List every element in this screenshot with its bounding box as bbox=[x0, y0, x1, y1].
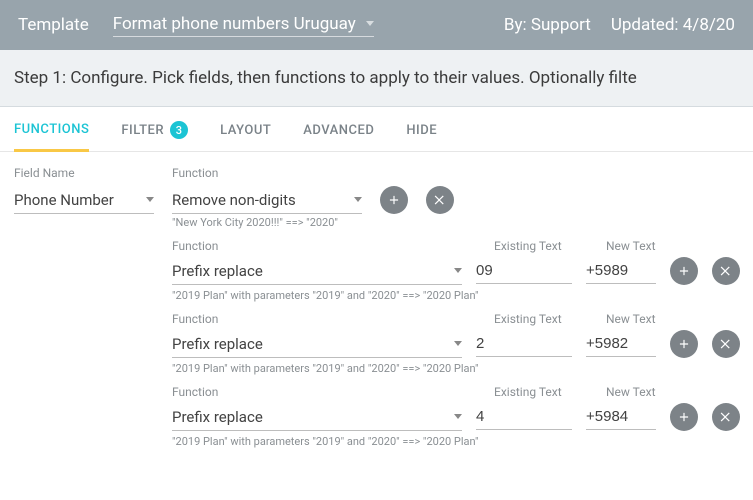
function-select-3-value: Prefix replace bbox=[172, 408, 263, 426]
chevron-down-icon bbox=[454, 268, 462, 273]
filter-badge: 3 bbox=[170, 121, 188, 139]
sub-labels-2: Function Existing Text New Text bbox=[172, 312, 739, 326]
function-select-2[interactable]: Prefix replace bbox=[172, 331, 462, 358]
new-text-label-2: New Text bbox=[606, 312, 676, 326]
topbar-meta: By: Support Updated: 4/8/20 bbox=[504, 15, 735, 35]
plus-icon bbox=[387, 193, 401, 207]
function-select-1-value: Prefix replace bbox=[172, 262, 263, 280]
content: Field Name Function Phone Number Remove … bbox=[0, 152, 753, 472]
sub-block-2: Function Existing Text New Text Prefix r… bbox=[172, 312, 739, 358]
template-select[interactable]: Format phone numbers Uruguay bbox=[113, 14, 374, 37]
tabs: FUNCTIONS FILTER 3 LAYOUT ADVANCED HIDE bbox=[0, 107, 753, 152]
by-label: By: Support bbox=[504, 15, 591, 35]
new-text-input-1[interactable] bbox=[586, 258, 656, 284]
sub-row-2: Prefix replace bbox=[172, 330, 739, 358]
tab-filter-label: FILTER bbox=[121, 123, 164, 138]
chevron-down-icon bbox=[366, 21, 374, 26]
close-icon bbox=[719, 337, 733, 351]
function-select-3[interactable]: Prefix replace bbox=[172, 404, 462, 431]
close-icon bbox=[433, 193, 447, 207]
chevron-down-icon bbox=[146, 197, 154, 202]
sub-block-1: Function Existing Text New Text Prefix r… bbox=[172, 239, 739, 285]
tab-advanced[interactable]: ADVANCED bbox=[303, 121, 374, 151]
tab-filter[interactable]: FILTER 3 bbox=[121, 121, 188, 151]
function-label-3: Function bbox=[172, 385, 494, 399]
remove-button[interactable] bbox=[712, 257, 740, 285]
new-text-input-3[interactable] bbox=[586, 404, 656, 430]
existing-text-label-3: Existing Text bbox=[494, 385, 606, 399]
add-button[interactable] bbox=[380, 186, 408, 214]
plus-icon bbox=[677, 264, 691, 278]
remove-button[interactable] bbox=[426, 186, 454, 214]
existing-text-input-3[interactable] bbox=[476, 404, 572, 430]
chevron-down-icon bbox=[454, 341, 462, 346]
existing-text-label-2: Existing Text bbox=[494, 312, 606, 326]
function-label: Function bbox=[172, 166, 739, 180]
function-select-0-value: Remove non-digits bbox=[172, 191, 296, 209]
plus-icon bbox=[677, 337, 691, 351]
existing-text-input-1[interactable] bbox=[476, 258, 572, 284]
function-hint-2: "2019 Plan" with parameters "2019" and "… bbox=[172, 362, 739, 375]
sub-block-3: Function Existing Text New Text Prefix r… bbox=[172, 385, 739, 431]
topbar: Template Format phone numbers Uruguay By… bbox=[0, 0, 753, 50]
remove-button[interactable] bbox=[712, 330, 740, 358]
add-button[interactable] bbox=[670, 257, 698, 285]
new-text-label-3: New Text bbox=[606, 385, 676, 399]
chevron-down-icon bbox=[354, 197, 362, 202]
remove-button[interactable] bbox=[712, 403, 740, 431]
add-button[interactable] bbox=[670, 403, 698, 431]
existing-text-label-1: Existing Text bbox=[494, 239, 606, 253]
function-select-0[interactable]: Remove non-digits bbox=[172, 187, 362, 214]
function-select-2-value: Prefix replace bbox=[172, 335, 263, 353]
function-label-2: Function bbox=[172, 312, 494, 326]
chevron-down-icon bbox=[454, 414, 462, 419]
first-row: Phone Number Remove non-digits bbox=[14, 186, 739, 214]
template-label: Template bbox=[18, 15, 89, 35]
close-icon bbox=[719, 410, 733, 424]
add-button[interactable] bbox=[670, 330, 698, 358]
field-name-label: Field Name bbox=[14, 166, 154, 180]
function-hint-3: "2019 Plan" with parameters "2019" and "… bbox=[172, 435, 739, 448]
template-value: Format phone numbers Uruguay bbox=[113, 14, 356, 34]
tab-functions[interactable]: FUNCTIONS bbox=[14, 121, 89, 152]
row-labels: Field Name Function bbox=[14, 166, 739, 180]
step-banner: Step 1: Configure. Pick fields, then fun… bbox=[0, 50, 753, 107]
close-icon bbox=[719, 264, 733, 278]
sub-labels-1: Function Existing Text New Text bbox=[172, 239, 739, 253]
field-select[interactable]: Phone Number bbox=[14, 187, 154, 214]
field-select-value: Phone Number bbox=[14, 191, 114, 209]
function-hint-1: "2019 Plan" with parameters "2019" and "… bbox=[172, 289, 739, 302]
existing-text-input-2[interactable] bbox=[476, 331, 572, 357]
function-hint-0: "New York City 2020!!!" ==> "2020" bbox=[172, 216, 739, 229]
updated-label: Updated: 4/8/20 bbox=[611, 15, 735, 35]
tab-layout[interactable]: LAYOUT bbox=[220, 121, 271, 151]
sub-row-1: Prefix replace bbox=[172, 257, 739, 285]
tab-hide[interactable]: HIDE bbox=[406, 121, 437, 151]
sub-row-3: Prefix replace bbox=[172, 403, 739, 431]
function-select-1[interactable]: Prefix replace bbox=[172, 258, 462, 285]
function-label-1: Function bbox=[172, 239, 494, 253]
plus-icon bbox=[677, 410, 691, 424]
sub-labels-3: Function Existing Text New Text bbox=[172, 385, 739, 399]
new-text-label-1: New Text bbox=[606, 239, 676, 253]
new-text-input-2[interactable] bbox=[586, 331, 656, 357]
